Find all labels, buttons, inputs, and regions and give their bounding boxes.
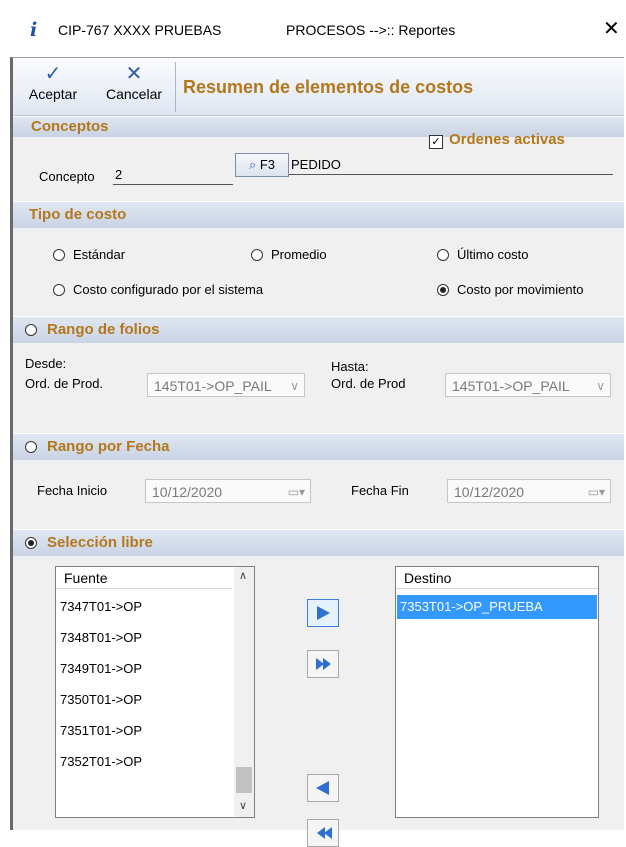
source-list[interactable]: Fuente 7347T01->OP 7348T01->OP 7349T01->… — [55, 566, 255, 818]
radio-rango-fecha[interactable] — [25, 441, 37, 453]
rango-fecha-header: Rango por Fecha — [13, 433, 624, 460]
radio-promedio[interactable] — [251, 249, 263, 261]
fecha-inicio-picker[interactable]: 10/12/2020 ▭▾ — [145, 479, 311, 503]
radio-costo-configurado[interactable] — [53, 284, 65, 296]
cancel-label: Cancelar — [105, 86, 163, 102]
chevron-down-icon: ∨ — [239, 800, 248, 812]
chevron-down-icon: ∨ — [596, 379, 605, 393]
desde-label: Desde: — [25, 356, 67, 371]
ord-prod-from-select[interactable]: 145T01->OP_PAIL ∨ — [147, 373, 305, 397]
ord-prod-from-label: Ord. de Prod. — [25, 376, 104, 391]
fecha-fin-value: 10/12/2020 — [454, 484, 525, 500]
seleccion-libre-title: Selección libre — [47, 534, 153, 551]
radio-seleccion-libre[interactable] — [25, 537, 37, 549]
concepto-desc-value: PEDIDO — [291, 157, 341, 172]
accept-label: Aceptar — [28, 86, 78, 102]
calendar-icon: ▭▾ — [287, 485, 305, 499]
fecha-inicio-label: Fecha Inicio — [37, 483, 108, 498]
ordenes-activas-checkbox[interactable]: ✓ — [429, 135, 443, 149]
close-icon[interactable]: ✕ — [603, 16, 620, 40]
costo-configurado-label: Costo configurado por el sistema — [73, 282, 264, 297]
seleccion-libre-header: Selección libre — [13, 529, 624, 556]
ord-prod-to-value: 145T01->OP_PAIL — [452, 378, 570, 394]
list-item[interactable]: 7350T01->OP — [60, 688, 142, 712]
report-window: i CIP-767 XXXX PRUEBAS PROCESOS -->:: Re… — [10, 0, 626, 847]
accept-button[interactable]: ✓ Aceptar — [15, 62, 91, 112]
ordenes-activas-label: Ordenes activas — [449, 131, 565, 148]
info-icon: i — [30, 19, 38, 41]
list-item[interactable]: 7349T01->OP — [60, 657, 142, 681]
rango-folios-title: Rango de folios — [47, 321, 160, 338]
list-item[interactable]: 7348T01->OP — [60, 626, 142, 650]
concepto-description: PEDIDO — [289, 156, 613, 175]
source-scrollbar[interactable]: ∧ ∨ — [234, 567, 254, 817]
ultimo-costo-label: Último costo — [457, 247, 529, 262]
rango-fecha-title: Rango por Fecha — [47, 438, 170, 455]
move-all-left-button[interactable] — [307, 819, 339, 847]
calendar-icon: ▭▾ — [587, 485, 605, 499]
tipo-costo-title: Tipo de costo — [29, 206, 127, 223]
ord-prod-to-select[interactable]: 145T01->OP_PAIL ∨ — [445, 373, 611, 397]
radio-estandar[interactable] — [53, 249, 65, 261]
concepto-input[interactable]: 2 — [113, 166, 233, 185]
fecha-fin-label: Fecha Fin — [351, 483, 409, 498]
destination-list[interactable]: Destino 7353T01->OP_PRUEBA — [395, 566, 599, 818]
checkmark-icon: ✓ — [44, 63, 62, 85]
radio-rango-folios[interactable] — [25, 324, 37, 336]
app-title: CIP-767 XXXX PRUEBAS — [58, 22, 222, 38]
move-selected-left-button[interactable] — [307, 774, 339, 802]
toolbar-divider — [175, 62, 176, 112]
toolbar: ✓ Aceptar ✕ Cancelar Resumen de elemento… — [13, 58, 624, 116]
module-title: PROCESOS -->:: Reportes — [286, 22, 456, 38]
x-icon: ✕ — [125, 63, 143, 85]
costo-movimiento-label: Costo por movimiento — [457, 282, 584, 297]
chevron-down-icon: ∨ — [290, 379, 299, 393]
rango-folios-header: Rango de folios — [13, 316, 624, 343]
promedio-label: Promedio — [271, 247, 327, 262]
estandar-label: Estándar — [73, 247, 126, 262]
conceptos-title: Conceptos — [31, 118, 109, 135]
magnifier-icon: ⌕ — [248, 157, 257, 172]
list-item[interactable]: 7352T01->OP — [60, 750, 142, 774]
tipo-costo-header: Tipo de costo — [13, 201, 624, 228]
arrow-left-icon — [316, 781, 329, 795]
list-item[interactable]: 7353T01->OP_PRUEBA — [397, 595, 597, 619]
radio-ultimo-costo[interactable] — [437, 249, 449, 261]
arrow-right-icon — [317, 606, 330, 620]
fecha-fin-picker[interactable]: 10/12/2020 ▭▾ — [447, 479, 611, 503]
f3-label: F3 — [259, 157, 276, 172]
move-all-right-button[interactable] — [307, 650, 339, 678]
ord-prod-to-label: Ord. de Prod — [331, 376, 406, 391]
title-bar: i CIP-767 XXXX PRUEBAS PROCESOS -->:: Re… — [10, 0, 626, 58]
hasta-label: Hasta: — [331, 359, 369, 374]
cancel-button[interactable]: ✕ Cancelar — [93, 62, 175, 112]
form-title: Resumen de elementos de costos — [183, 77, 474, 97]
destination-list-header: Destino — [396, 567, 598, 589]
chevron-up-icon: ∧ — [239, 570, 248, 582]
form-frame: ✓ Aceptar ✕ Cancelar Resumen de elemento… — [10, 57, 624, 847]
list-item[interactable]: 7347T01->OP — [60, 595, 142, 619]
list-item[interactable]: 7351T01->OP — [60, 719, 142, 743]
radio-costo-movimiento[interactable] — [437, 284, 449, 296]
double-arrow-left-icon — [317, 827, 332, 839]
concepto-label: Concepto — [39, 169, 95, 184]
source-list-header: Fuente — [56, 567, 232, 589]
f3-lookup-button[interactable]: ⌕ F3 — [235, 153, 289, 177]
scroll-thumb[interactable] — [236, 767, 252, 793]
fecha-inicio-value: 10/12/2020 — [152, 484, 223, 500]
concepto-value: 2 — [115, 167, 123, 182]
ord-prod-from-value: 145T01->OP_PAIL — [154, 378, 272, 394]
move-selected-right-button[interactable] — [307, 599, 339, 627]
double-arrow-right-icon — [316, 658, 331, 670]
